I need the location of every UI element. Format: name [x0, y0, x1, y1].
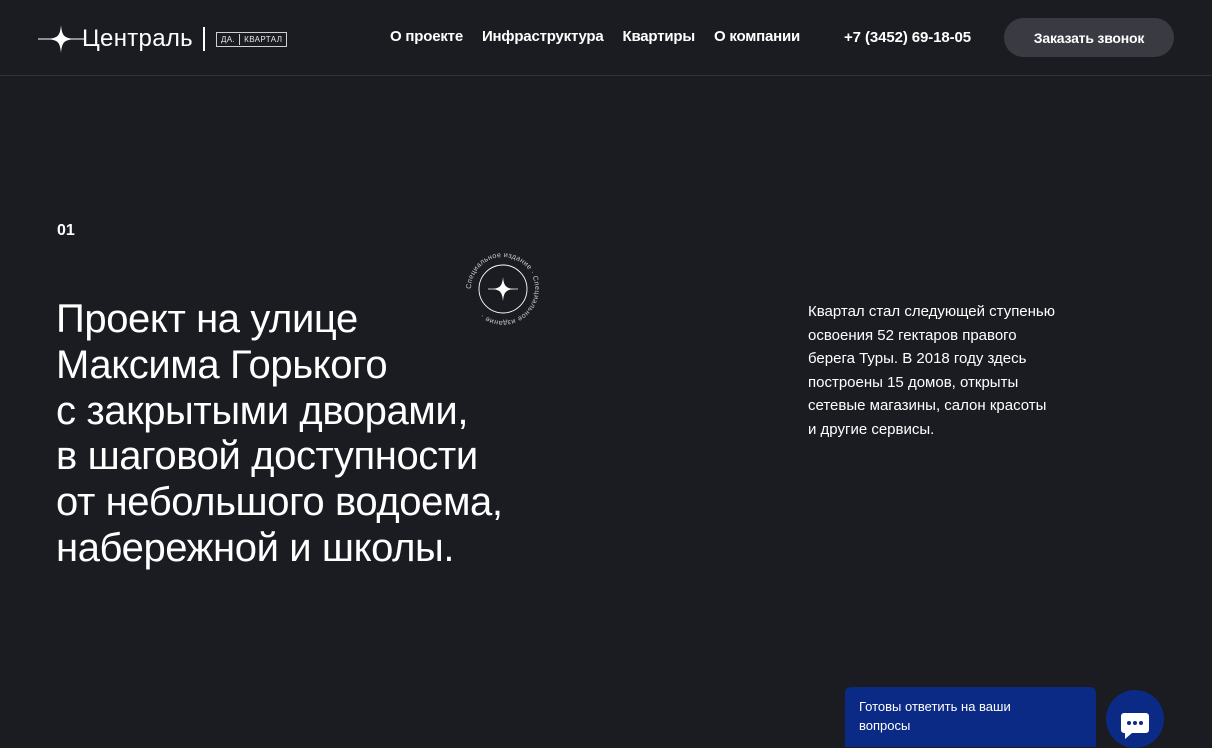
- nav-item-apartments[interactable]: Квартиры: [623, 28, 696, 45]
- logo-badge-right: КВАРТАЛ: [244, 34, 283, 44]
- chat-open-button[interactable]: [1106, 690, 1164, 748]
- description-line: Квартал стал следующей ступенью: [808, 303, 1056, 320]
- page-headline: Проект на улице Максима Горького с закры…: [56, 297, 616, 572]
- logo-badge: ДА. КВАРТАЛ: [215, 31, 288, 47]
- logo[interactable]: Централь ДА. КВАРТАЛ: [38, 22, 288, 56]
- headline-line: Максима Горького: [56, 342, 388, 387]
- logo-divider: [202, 27, 205, 51]
- logo-badge-separator: [239, 33, 241, 45]
- headline-line: в шаговой доступности: [56, 434, 478, 479]
- nav-item-about-project[interactable]: О проекте: [390, 28, 463, 45]
- phone-link[interactable]: +7 (3452) 69-18-05: [844, 29, 971, 46]
- chat-icon: [1121, 712, 1149, 739]
- logo-badge-left: ДА.: [220, 34, 236, 44]
- order-call-button[interactable]: Заказать звонок: [1004, 18, 1174, 57]
- description-line: построены 15 домов, открыты: [808, 373, 1019, 391]
- headline-line: с закрытыми дворами,: [56, 388, 469, 433]
- section-number: 01: [57, 222, 75, 239]
- headline-line: набережной и школы.: [56, 525, 455, 570]
- nav-item-about-company[interactable]: О компании: [714, 28, 800, 45]
- chat-prompt[interactable]: Готовы ответить на ваши вопросы: [845, 687, 1096, 747]
- description-line: сетевые магазины, салон красоты: [808, 397, 1047, 415]
- special-edition-stamp: Специальное издание · Специальное издани…: [464, 250, 542, 328]
- main-nav: О проекте Инфраструктура Квартиры О комп…: [390, 28, 800, 45]
- description-line: освоения 52 гектаров правого: [808, 326, 1017, 344]
- description-line: и другие сервисы.: [808, 420, 935, 438]
- logo-name: Централь: [82, 25, 193, 52]
- star-icon: [38, 25, 84, 53]
- nav-item-infrastructure[interactable]: Инфраструктура: [482, 28, 604, 45]
- stamp-star-icon: [488, 277, 518, 301]
- project-description: Квартал стал следующей ступенью освоения…: [808, 300, 1098, 442]
- description-line: берега Туры. В 2018 году здесь: [808, 350, 1027, 368]
- chat-prompt-line: вопросы: [859, 718, 911, 733]
- headline-line: от небольшого водоема,: [56, 480, 503, 525]
- site-header: Централь ДА. КВАРТАЛ О проекте Инфрастру…: [0, 0, 1212, 76]
- chat-prompt-line: Готовы ответить на ваши: [859, 699, 1011, 714]
